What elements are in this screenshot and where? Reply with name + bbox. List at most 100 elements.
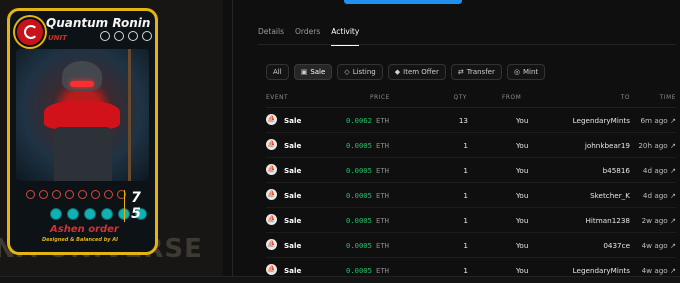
price-value: 0.0005 — [346, 191, 372, 200]
header-price: PRICE — [370, 95, 390, 101]
price-value: 0.0005 — [346, 266, 372, 275]
quantity: 1 — [463, 216, 468, 225]
sale-event-icon: ⛵ — [266, 239, 277, 250]
activity-panel: Details Orders Activity All ▣ Sale ◇ Listi… — [232, 0, 680, 283]
time-ago-link[interactable]: 4d ago ↗ — [636, 166, 676, 175]
activity-table: ⛵ Sale 0.0062 ETH 13 You LegendaryMints 6m ago … — [266, 108, 676, 283]
event-type: Sale — [284, 116, 302, 125]
table-row[interactable]: ⛵ Sale 0.0005 ETH 1 You 0437ce 4w ago ↗ — [266, 233, 676, 258]
shopping-bag-icon: ▣ — [300, 68, 308, 76]
filter-label: Sale — [310, 68, 326, 76]
event-type: Sale — [284, 191, 302, 200]
price-currency: ETH — [376, 141, 389, 150]
from-account[interactable]: You — [516, 166, 528, 175]
price-value: 0.0005 — [346, 166, 372, 175]
tab-divider — [258, 44, 676, 45]
to-account[interactable]: Sketcher_K — [556, 191, 630, 200]
price-currency: ETH — [376, 166, 389, 175]
quantity: 1 — [463, 241, 468, 250]
price-value: 0.0062 — [346, 116, 372, 125]
time-ago-link[interactable]: 4w ago ↗ — [636, 266, 676, 275]
nft-card: Quantum Ronin UNIT 7 5 Ashen order Desig… — [7, 8, 158, 255]
price-currency: ETH — [376, 216, 389, 225]
from-account[interactable]: You — [516, 141, 528, 150]
card-stat-pips — [26, 190, 126, 199]
primary-action-button[interactable] — [344, 0, 462, 4]
to-account[interactable]: Hitman1238 — [556, 216, 630, 225]
sale-event-icon: ⛵ — [266, 114, 277, 125]
price-currency: ETH — [376, 191, 389, 200]
table-row[interactable]: ⛵ Sale 0.0062 ETH 13 You LegendaryMints 6m ago … — [266, 108, 676, 133]
filter-item-offer[interactable]: ◆ Item Offer — [387, 64, 446, 80]
event-type: Sale — [284, 141, 302, 150]
header-qty: QTY — [453, 95, 467, 101]
to-account[interactable]: 0437ce — [556, 241, 630, 250]
card-order: Ashen order — [50, 224, 119, 235]
card-artwork — [16, 49, 149, 181]
filter-all[interactable]: All — [266, 64, 289, 80]
table-row[interactable]: ⛵ Sale 0.0005 ETH 1 You b45816 4d ago ↗ — [266, 158, 676, 183]
quantity: 1 — [463, 266, 468, 275]
table-header: EVENT PRICE QTY FROM TO TIME — [266, 95, 676, 104]
quantity: 1 — [463, 191, 468, 200]
event-filters: All ▣ Sale ◇ Listing ◆ Item Offer ⇄ Transfer… — [266, 64, 546, 80]
faction-icon — [15, 17, 45, 47]
to-account[interactable]: LegendaryMints — [556, 266, 630, 275]
quantity: 1 — [463, 166, 468, 175]
price-value: 0.0005 — [346, 241, 372, 250]
card-title: Quantum Ronin — [46, 16, 151, 30]
from-account[interactable]: You — [516, 116, 528, 125]
header-time: TIME — [659, 95, 676, 101]
time-ago-link[interactable]: 6m ago ↗ — [636, 116, 676, 125]
filter-listing[interactable]: ◇ Listing — [337, 64, 383, 80]
to-account[interactable]: LegendaryMints — [556, 116, 630, 125]
to-account[interactable]: johnkbear19 — [556, 141, 630, 150]
from-account[interactable]: You — [516, 241, 528, 250]
filter-mint[interactable]: ◎ Mint — [506, 64, 546, 80]
from-account[interactable]: You — [516, 266, 528, 275]
to-account[interactable]: b45816 — [556, 166, 630, 175]
quantity: 1 — [463, 141, 468, 150]
table-row[interactable]: ⛵ Sale 0.0005 ETH 1 You johnkbear19 20h ago ↗ — [266, 133, 676, 158]
time-ago-link[interactable]: 2w ago ↗ — [636, 216, 676, 225]
mint-icon: ◎ — [513, 68, 520, 76]
filter-label: Listing — [352, 68, 376, 76]
offer-icon: ◆ — [394, 68, 401, 76]
sale-event-icon: ⛵ — [266, 264, 277, 275]
time-ago-link[interactable]: 20h ago ↗ — [636, 141, 676, 150]
filter-sale[interactable]: ▣ Sale — [293, 64, 333, 80]
card-unit-label: UNIT — [48, 34, 67, 42]
event-type: Sale — [284, 266, 302, 275]
price-currency: ETH — [376, 241, 389, 250]
price-value: 0.0005 — [346, 141, 372, 150]
from-account[interactable]: You — [516, 191, 528, 200]
card-stat-top: 7 — [131, 190, 141, 206]
price-currency: ETH — [376, 116, 389, 125]
event-type: Sale — [284, 241, 302, 250]
card-stat-numbers: 7 5 — [124, 190, 147, 222]
event-type: Sale — [284, 166, 302, 175]
table-row[interactable]: ⛵ Sale 0.0005 ETH 1 You Hitman1238 2w ago ↗ — [266, 208, 676, 233]
time-ago-link[interactable]: 4w ago ↗ — [636, 241, 676, 250]
panel-divider — [232, 0, 233, 282]
sale-event-icon: ⛵ — [266, 214, 277, 225]
filter-transfer[interactable]: ⇄ Transfer — [450, 64, 502, 80]
header-from: FROM — [502, 95, 522, 101]
sale-event-icon: ⛵ — [266, 189, 277, 200]
tag-icon: ◇ — [344, 68, 350, 76]
quantity: 13 — [458, 116, 468, 125]
time-ago-link[interactable]: 4d ago ↗ — [636, 191, 676, 200]
filter-label: Item Offer — [403, 68, 439, 76]
table-row[interactable]: ⛵ Sale 0.0005 ETH 1 You Sketcher_K 4d ago ↗ — [266, 183, 676, 208]
transfer-arrows-icon: ⇄ — [457, 68, 464, 76]
sale-event-icon: ⛵ — [266, 139, 277, 150]
sale-event-icon: ⛵ — [266, 164, 277, 175]
filter-label: Transfer — [466, 68, 495, 76]
nft-art-panel: NA UNIVERSE Quantum Ronin UNIT 7 5 Ashen… — [0, 0, 223, 282]
card-stat-bottom: 5 — [131, 206, 141, 222]
from-account[interactable]: You — [516, 216, 528, 225]
card-stats: 7 5 Ashen order Designed & Balanced by A… — [16, 186, 149, 246]
card-designed-by: Designed & Balanced by AI — [42, 237, 118, 243]
event-type: Sale — [284, 216, 302, 225]
price-currency: ETH — [376, 266, 389, 275]
